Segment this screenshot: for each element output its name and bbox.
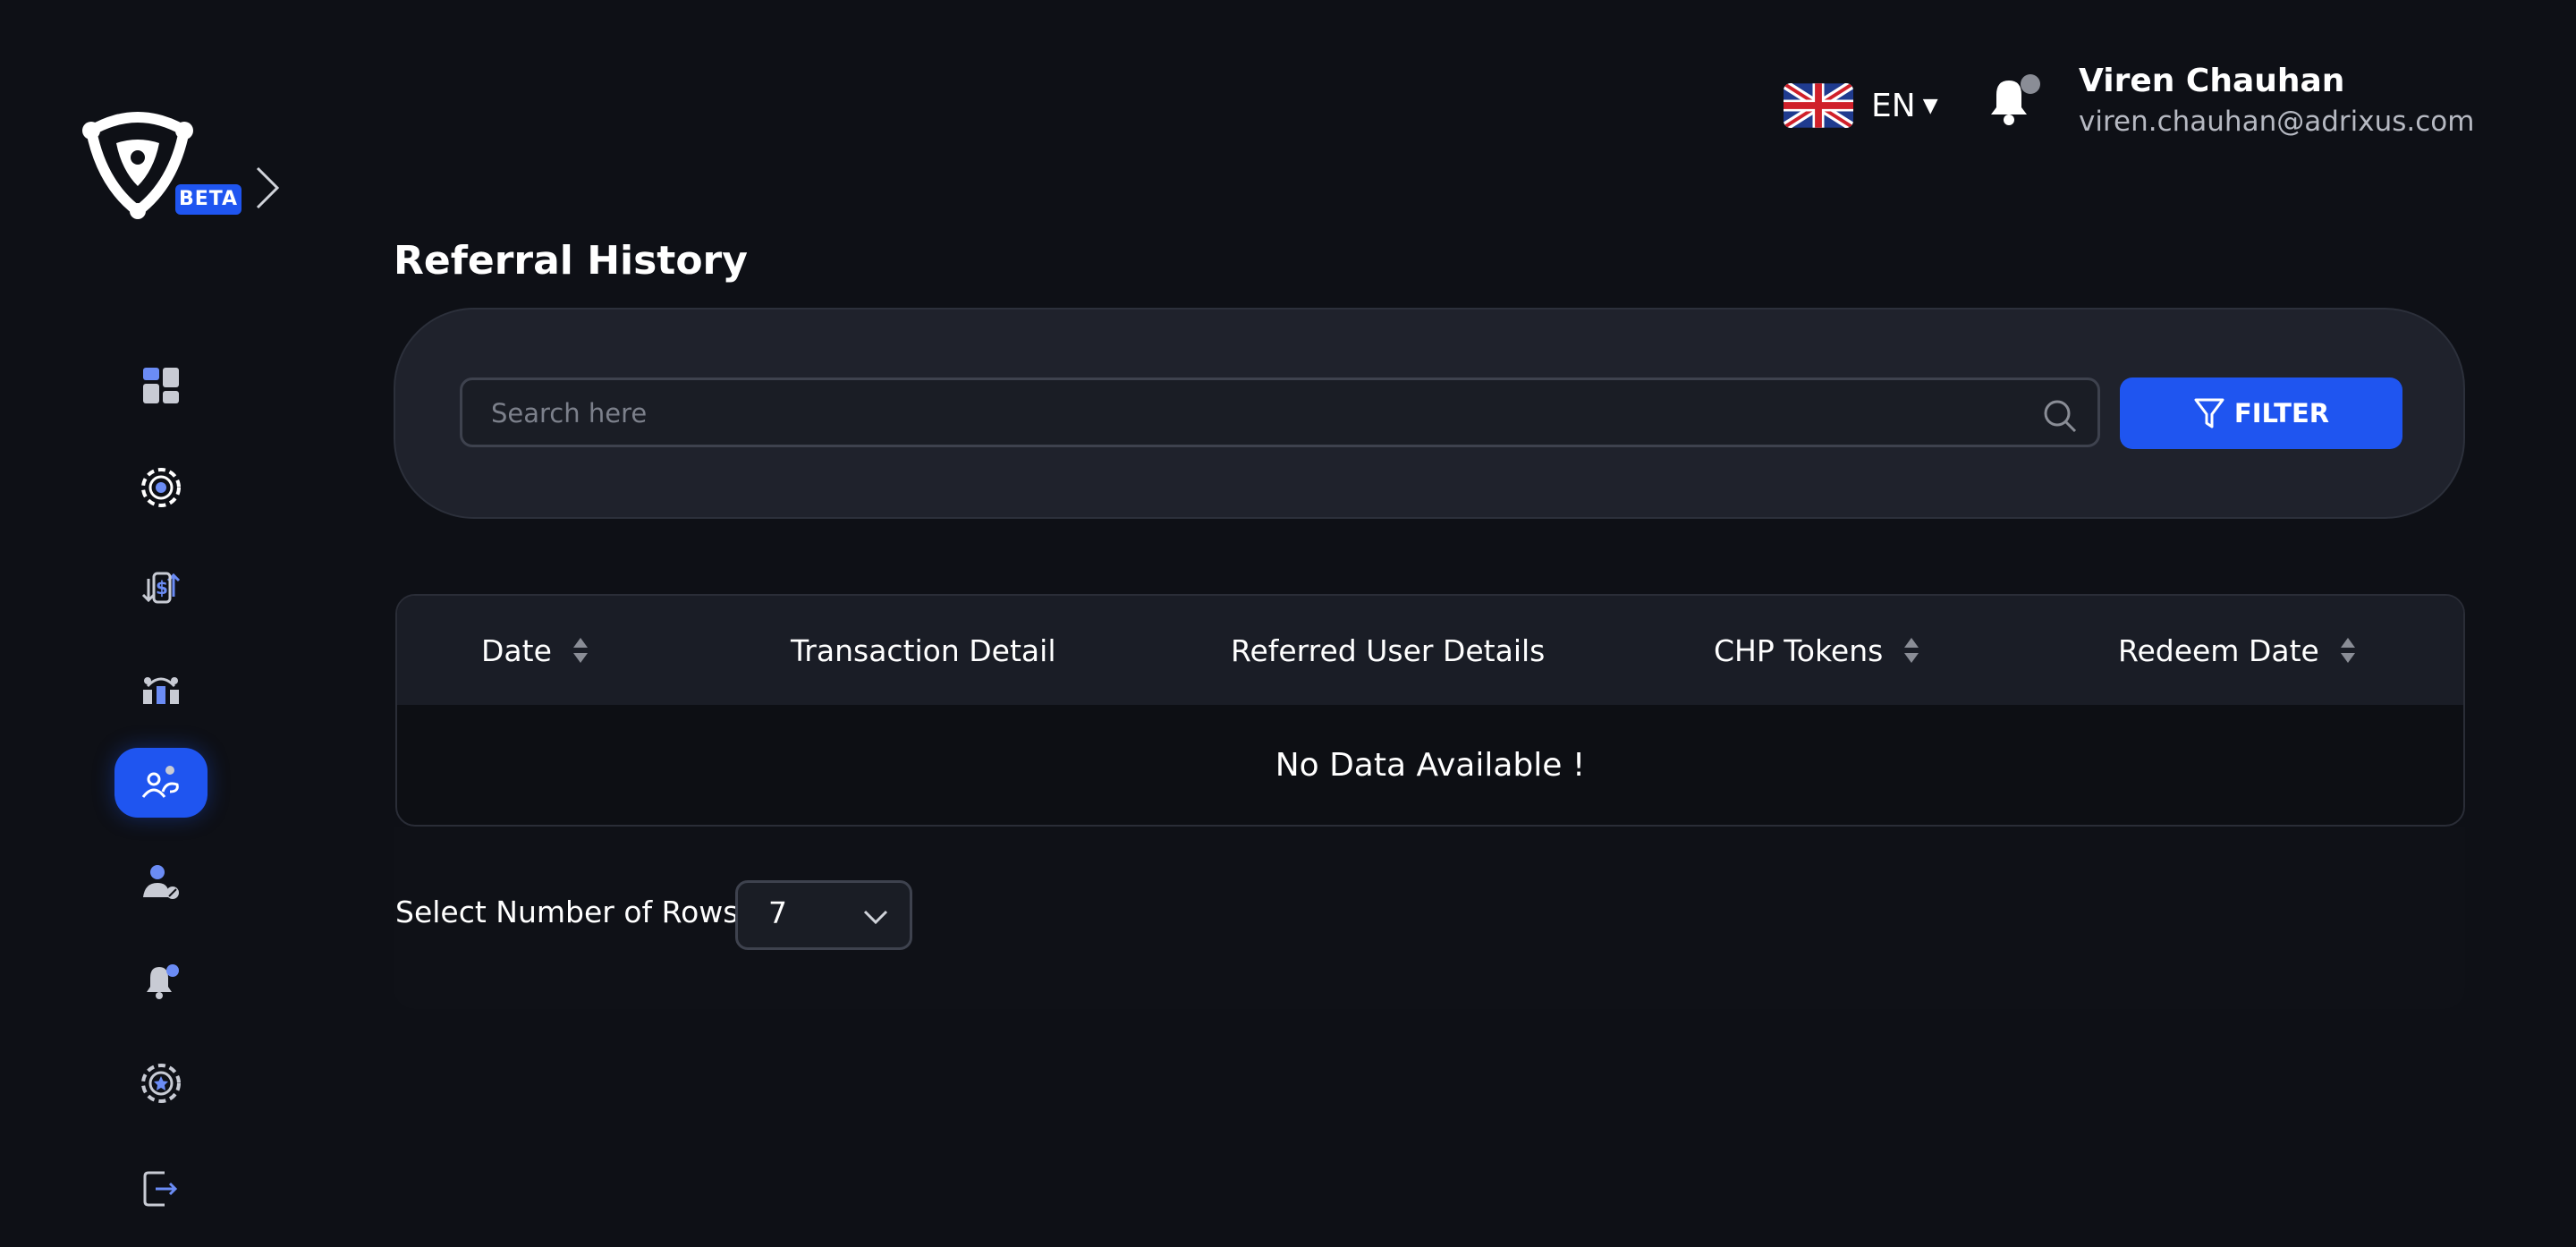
filter-button[interactable]: FILTER (2120, 377, 2402, 449)
table-header: Date Transaction Detail Referred User De… (397, 596, 2463, 705)
notification-bell-icon[interactable] (1984, 72, 2043, 131)
svg-text:$: $ (156, 577, 168, 598)
column-label: Redeem Date (2118, 632, 2319, 668)
empty-state-message: No Data Available ! (1275, 746, 1586, 784)
search-input[interactable] (489, 380, 2013, 446)
uk-flag-icon (1784, 83, 1853, 128)
column-label: CHP Tokens (1714, 632, 1884, 668)
caret-down-icon: ▼ (1922, 94, 1938, 117)
user-email: viren.chauhan@adrixus.com (2079, 106, 2475, 138)
language-selector[interactable]: EN ▼ (1784, 82, 1938, 129)
sort-icon[interactable] (572, 636, 589, 665)
sidebar: BETA $ (0, 0, 322, 1247)
referral-icon (141, 766, 179, 798)
column-header-transaction-detail: Transaction Detail (791, 596, 1055, 705)
chevron-down-icon (863, 910, 888, 925)
sidebar-item-chips[interactable] (114, 453, 208, 522)
beta-badge: BETA (175, 184, 242, 215)
group-icon (143, 677, 179, 704)
user-settings-icon (143, 865, 179, 899)
search-icon[interactable] (2042, 398, 2078, 434)
sidebar-item-notifications[interactable] (114, 946, 208, 1016)
column-header-date[interactable]: Date (481, 596, 589, 705)
rows-per-page-select[interactable]: 7 (735, 880, 912, 950)
filter-label: FILTER (2233, 398, 2330, 428)
search-field[interactable] (460, 377, 2100, 447)
language-label: EN (1871, 87, 1916, 124)
sidebar-item-logout[interactable] (114, 1154, 208, 1224)
column-label: Date (481, 632, 552, 668)
column-label: Referred User Details (1231, 632, 1546, 668)
sidebar-item-community[interactable] (114, 653, 208, 723)
user-name[interactable]: Viren Chauhan (2079, 63, 2344, 99)
page-title: Referral History (394, 238, 748, 284)
star-chip-icon (141, 1064, 181, 1103)
column-header-chp-tokens[interactable]: CHP Tokens (1714, 596, 1920, 705)
sort-icon[interactable] (2339, 636, 2357, 665)
chevron-right-icon[interactable] (252, 163, 283, 213)
rows-per-page-value: 7 (768, 895, 787, 930)
column-header-redeem-date[interactable]: Redeem Date (2118, 596, 2357, 705)
sidebar-item-account-settings[interactable] (114, 846, 208, 916)
sidebar-item-referral[interactable] (114, 748, 208, 818)
sidebar-item-dashboard[interactable] (114, 351, 208, 420)
rows-per-page-label: Select Number of Rows (395, 895, 739, 929)
sidebar-item-rewards[interactable] (114, 1048, 208, 1118)
filter-icon (2194, 398, 2224, 428)
referral-table: Date Transaction Detail Referred User De… (395, 594, 2465, 827)
column-header-referred-user-details: Referred User Details (1231, 596, 1545, 705)
poker-chip-icon (141, 468, 181, 507)
money-exchange-icon: $ (141, 572, 181, 604)
sort-icon[interactable] (1902, 636, 1920, 665)
logout-icon (143, 1171, 178, 1207)
dashboard-icon (143, 368, 179, 403)
sidebar-item-transactions[interactable]: $ (114, 553, 208, 623)
column-label: Transaction Detail (791, 632, 1056, 668)
bell-dot-icon (147, 964, 179, 999)
